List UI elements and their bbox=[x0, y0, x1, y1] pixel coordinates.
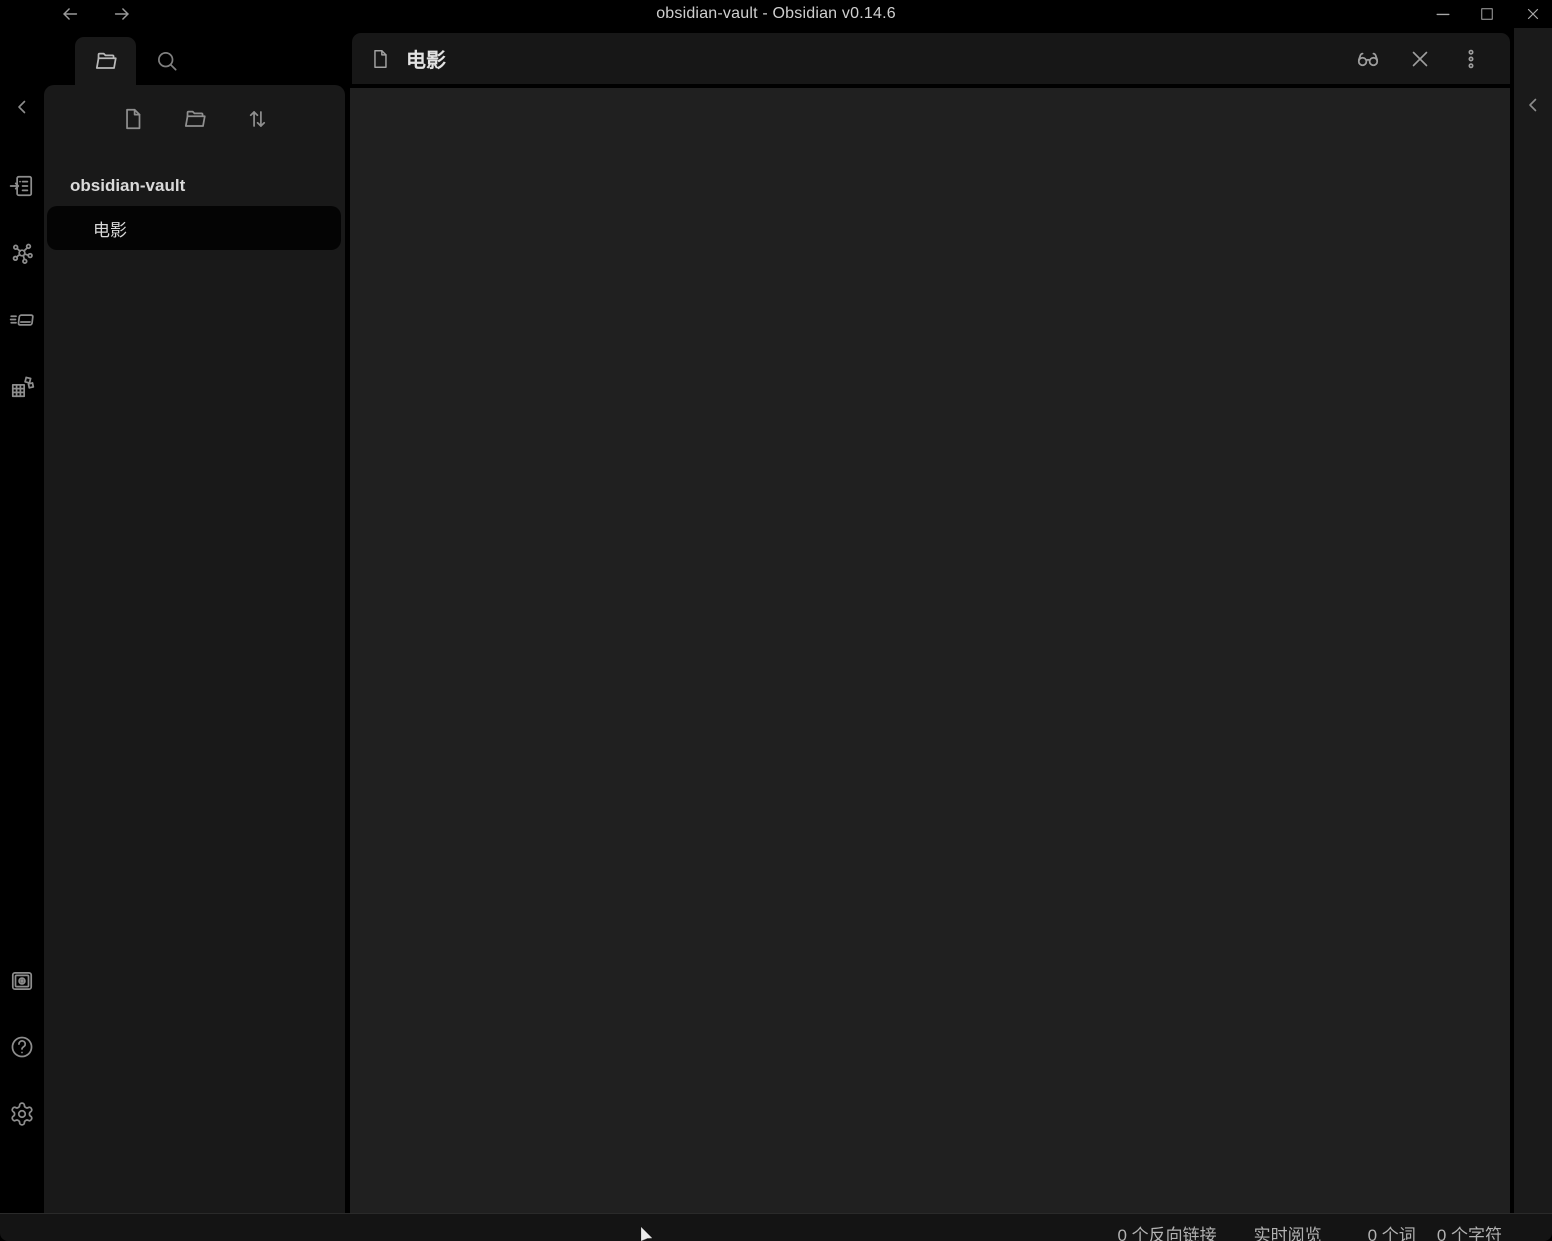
folder-icon bbox=[93, 48, 119, 74]
new-folder-icon[interactable] bbox=[178, 102, 212, 136]
editor-pane: 电影 bbox=[348, 28, 1510, 1213]
open-vault-icon[interactable] bbox=[4, 963, 40, 999]
titlebar: obsidian-vault - Obsidian v0.14.6 bbox=[0, 0, 1552, 28]
maximize-icon[interactable] bbox=[1473, 2, 1501, 26]
more-options-icon[interactable] bbox=[1459, 47, 1483, 71]
settings-icon[interactable] bbox=[4, 1096, 40, 1132]
left-ribbon bbox=[0, 28, 44, 1213]
workspace: obsidian-vault 电影 电影 bbox=[0, 28, 1552, 1213]
right-sidebar-strip bbox=[1514, 28, 1552, 1213]
close-window-icon[interactable] bbox=[1519, 2, 1547, 26]
vault-title[interactable]: obsidian-vault bbox=[44, 168, 345, 204]
note-file-icon bbox=[369, 48, 391, 70]
tab-file-explorer[interactable] bbox=[75, 37, 136, 85]
editor-content[interactable] bbox=[350, 88, 1510, 1213]
file-explorer-panel: obsidian-vault 电影 bbox=[44, 28, 345, 1213]
word-count: 0 个词 bbox=[1368, 1221, 1416, 1241]
quick-switcher-icon[interactable] bbox=[4, 168, 40, 204]
note-title: 电影 bbox=[406, 44, 446, 73]
status-bar: 0 个反向链接 实时阅览 0 个词 0 个字符 bbox=[0, 1213, 1552, 1241]
collapse-left-sidebar-icon[interactable] bbox=[4, 89, 40, 125]
view-header: 电影 bbox=[352, 33, 1510, 84]
char-count: 0 个字符 bbox=[1437, 1221, 1502, 1241]
help-icon[interactable] bbox=[4, 1029, 40, 1065]
edit-mode-status[interactable]: 实时阅览 bbox=[1254, 1221, 1322, 1241]
explorer-toolbar bbox=[44, 85, 345, 136]
search-icon bbox=[154, 48, 180, 74]
reading-view-icon[interactable] bbox=[1355, 46, 1381, 72]
mouse-cursor bbox=[641, 1227, 657, 1241]
file-item-selected[interactable]: 电影 bbox=[47, 206, 341, 250]
close-tab-icon[interactable] bbox=[1408, 47, 1432, 71]
new-note-icon[interactable] bbox=[116, 102, 150, 136]
window-title: obsidian-vault - Obsidian v0.14.6 bbox=[0, 0, 1552, 28]
obsidian-window: obsidian-vault - Obsidian v0.14.6 bbox=[0, 0, 1552, 1241]
file-explorer-body: obsidian-vault 电影 bbox=[44, 85, 345, 1213]
sort-order-icon[interactable] bbox=[240, 102, 274, 136]
minimize-icon[interactable] bbox=[1429, 2, 1457, 26]
tab-search[interactable] bbox=[136, 37, 197, 85]
view-actions bbox=[1355, 46, 1510, 72]
sidebar-tabs bbox=[44, 28, 345, 85]
slides-icon[interactable] bbox=[4, 302, 40, 338]
expand-right-sidebar-icon[interactable] bbox=[1521, 93, 1545, 117]
random-note-icon[interactable] bbox=[4, 369, 40, 405]
graph-view-icon[interactable] bbox=[4, 235, 40, 271]
backlinks-count[interactable]: 0 个反向链接 bbox=[1117, 1221, 1216, 1241]
